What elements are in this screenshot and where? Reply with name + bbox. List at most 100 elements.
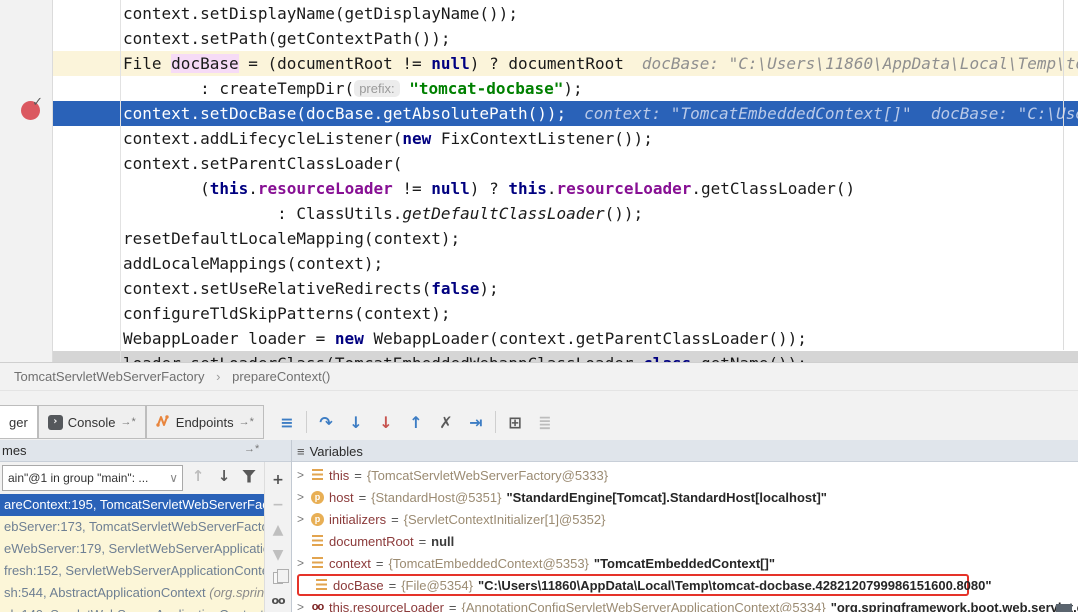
frame-text: sh:544, AbstractApplicationContext (4, 585, 209, 600)
frame-row[interactable]: sh:140, ServletWebServerApplicationConte… (0, 604, 264, 612)
step-into-icon[interactable]: ↓ (341, 413, 371, 432)
code-line[interactable]: (this.resourceLoader != null) ? this.res… (0, 176, 1078, 201)
combo-chevron-icon[interactable]: ∨ (169, 466, 178, 490)
equals-sign: = (359, 490, 367, 505)
code-line[interactable]: context.setDocBase(docBase.getAbsolutePa… (0, 101, 1078, 126)
move-watch-up-icon[interactable]: ▲ (270, 522, 286, 538)
filter-frames-icon[interactable] (242, 470, 256, 483)
scrollbar-thumb[interactable] (1056, 604, 1072, 612)
code-token: . (547, 179, 557, 198)
code-token: new (335, 329, 364, 348)
code-line[interactable]: context.setParentClassLoader( (0, 151, 1078, 176)
code-line[interactable]: context.setPath(getContextPath()); (0, 26, 1078, 51)
frame-text: areContext:195, TomcatServletWebServerFa… (4, 497, 264, 512)
variable-row-host[interactable]: >phost={StandardHost@5351}"StandardEngin… (292, 486, 1078, 508)
expand-chevron-icon[interactable]: > (297, 556, 310, 570)
frames-panel-title: mes (2, 443, 27, 458)
editor-bottom-bars: TomcatServletWebServerFactory › prepareC… (0, 362, 1078, 440)
variable-row-this[interactable]: >this={TomcatServletWebServerFactory@533… (292, 464, 1078, 486)
code-line[interactable]: resetDefaultLocaleMapping(context); (0, 226, 1078, 251)
variables-panel-header: ≡ Variables (291, 440, 1078, 462)
add-watch-icon[interactable]: + (270, 472, 286, 488)
step-over-icon[interactable]: ↷ (311, 413, 341, 432)
expand-chevron-icon[interactable]: > (297, 468, 310, 482)
variable-row-context[interactable]: >context={TomcatEmbeddedContext@5353}"To… (292, 552, 1078, 574)
code-editor[interactable]: context.setDisplayName(getDisplayName())… (0, 0, 1078, 362)
code-line[interactable]: context.addLifecycleListener(new FixCont… (0, 126, 1078, 151)
code-token: . (248, 179, 258, 198)
frames-pin-icon[interactable]: →* (244, 443, 259, 455)
frame-up-icon[interactable]: ↑ (190, 467, 206, 485)
step-out-icon[interactable]: ↑ (401, 413, 431, 432)
equals-sign: = (389, 578, 397, 593)
thread-selector-row: ain"@1 in group "main": ... ∨ ↑ ↓ (0, 462, 264, 494)
frame-row[interactable]: areContext:195, TomcatServletWebServerFa… (0, 494, 264, 516)
code-token: context.setDocBase(docBase.getAbsolutePa… (123, 104, 566, 123)
code-token: : createTempDir( (123, 79, 354, 98)
frames-panel: ain"@1 in group "main": ... ∨ ↑ ↓ areCont… (0, 462, 264, 612)
console-icon: › (48, 415, 63, 430)
variable-row-documentRoot[interactable]: documentRoot=null (292, 530, 1078, 552)
stepping-toolbar: ≡↷↓↓↑✗⇥⊞≣ (272, 405, 560, 439)
field-icon (310, 469, 325, 481)
expand-chevron-icon[interactable]: > (297, 512, 310, 526)
code-line[interactable]: context.setUseRelativeRedirects(false); (0, 276, 1078, 301)
code-line[interactable]: : ClassUtils.getDefaultClassLoader()); (0, 201, 1078, 226)
variables-menu-icon[interactable]: ≡ (297, 444, 305, 459)
expand-chevron-icon[interactable]: > (297, 490, 310, 504)
frames-list: areContext:195, TomcatServletWebServerFa… (0, 494, 264, 612)
variable-name: docBase (333, 578, 384, 593)
variable-name: this.resourceLoader (329, 600, 444, 612)
variable-row-initializers[interactable]: >pinitializers={ServletContextInitialize… (292, 508, 1078, 530)
frame-row[interactable]: eWebServer:179, ServletWebServerApplicat… (0, 538, 264, 560)
evaluate-expression-icon[interactable]: ⊞ (500, 413, 530, 432)
code-token: "tomcat-docbase" (409, 79, 563, 98)
drop-frame-icon[interactable]: ✗ (431, 413, 461, 432)
code-token: = (documentRoot != (239, 54, 432, 73)
code-lines[interactable]: context.setDisplayName(getDisplayName())… (0, 1, 1078, 362)
show-watches-icon[interactable]: oo (270, 593, 286, 609)
run-to-cursor-icon[interactable]: ⇥ (461, 413, 491, 432)
variable-row-this-resourceLoader[interactable]: >oothis.resourceLoader={AnnotationConfig… (292, 596, 1078, 612)
view-options-icon[interactable]: ≡ (272, 413, 302, 432)
code-token: ); (479, 279, 498, 298)
tab-pin-icon[interactable]: →* (239, 416, 254, 428)
move-watch-down-icon[interactable]: ▼ (270, 547, 286, 563)
breadcrumb-method[interactable]: prepareContext() (232, 369, 330, 384)
code-token: resourceLoader (557, 179, 692, 198)
variable-object-ref: {ServletContextInitializer[1]@5352} (404, 512, 606, 527)
tab-pin-icon[interactable]: →* (121, 416, 136, 428)
expand-chevron-icon[interactable]: > (297, 600, 310, 612)
editor-gutter[interactable] (0, 0, 52, 362)
tab-endpoints[interactable]: Endpoints→* (146, 405, 264, 439)
code-token: addLocaleMappings(context); (123, 254, 383, 273)
code-line[interactable]: : createTempDir(prefix: "tomcat-docbase"… (0, 76, 1078, 101)
breakpoint-icon[interactable] (21, 101, 40, 120)
variable-name: context (329, 556, 371, 571)
frame-row[interactable]: fresh:152, ServletWebServerApplicationCo… (0, 560, 264, 582)
watches-toolbar: + − ▲ ▼ oo (264, 462, 291, 612)
force-step-into-icon[interactable]: ↓ (371, 413, 401, 432)
code-line[interactable]: addLocaleMappings(context); (0, 251, 1078, 276)
frame-row[interactable]: sh:544, AbstractApplicationContext (org.… (0, 582, 264, 604)
code-line[interactable]: WebappLoader loader = new WebappLoader(c… (0, 326, 1078, 351)
tab-console[interactable]: ›Console→* (38, 405, 146, 439)
breadcrumb-class[interactable]: TomcatServletWebServerFactory (14, 369, 205, 384)
frame-down-icon[interactable]: ↓ (216, 467, 232, 485)
duplicate-watch-icon[interactable] (273, 572, 283, 584)
fold-gutter-divider (120, 0, 121, 362)
remove-watch-icon[interactable]: − (270, 497, 286, 513)
code-line[interactable]: configureTldSkipPatterns(context); (0, 301, 1078, 326)
inline-debugger-hint: docBase: "C:\Users\11860\AppData\Local\T… (642, 54, 1078, 73)
code-line[interactable]: File docBase = (documentRoot != null) ? … (0, 51, 1078, 76)
thread-combo[interactable]: ain"@1 in group "main": ... ∨ (2, 465, 183, 491)
breadcrumb-separator-icon: › (216, 369, 220, 384)
code-token: loader.setLoaderClass(TomcatEmbeddedWeba… (123, 354, 643, 362)
code-line[interactable]: context.setDisplayName(getDisplayName())… (0, 1, 1078, 26)
tab-ger[interactable]: ger (0, 405, 38, 439)
code-line[interactable]: loader.setLoaderClass(TomcatEmbeddedWeba… (0, 351, 1078, 362)
code-token: ()); (605, 204, 644, 223)
layout-settings-icon[interactable]: ≣ (530, 413, 560, 432)
frame-row[interactable]: ebServer:173, TomcatServletWebServerFact… (0, 516, 264, 538)
variable-row-docBase[interactable]: docBase={File@5354}"C:\Users\11860\AppDa… (292, 574, 1078, 596)
